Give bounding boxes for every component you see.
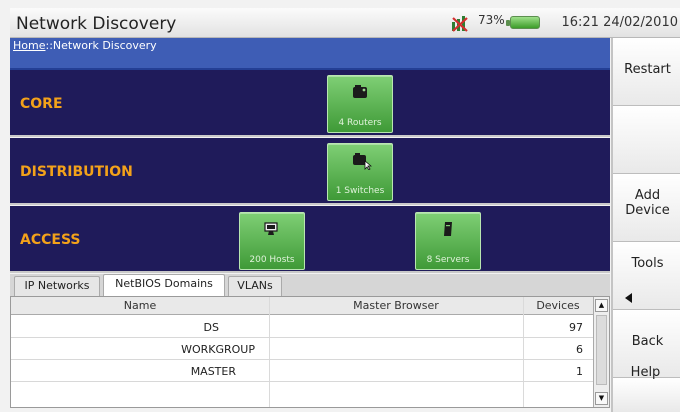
row-devices: 6 <box>576 343 583 356</box>
restart-label: Restart <box>624 62 671 77</box>
submenu-arrow-icon <box>625 293 632 303</box>
router-icon <box>352 84 370 104</box>
table-row[interactable]: WORKGROUP 6 <box>11 338 593 360</box>
tier-label-access: ACCESS <box>20 232 81 248</box>
tab-netbios-domains[interactable]: NetBIOS Domains <box>103 274 225 296</box>
table-scrollbar[interactable]: ▲ ▼ <box>593 297 609 407</box>
tools-label: Tools <box>631 256 664 271</box>
tier-label-distribution: DISTRIBUTION <box>20 164 133 180</box>
tier-access: ACCESS 200 Hosts 8 Servers <box>10 206 610 273</box>
scrollbar-thumb[interactable] <box>596 315 607 385</box>
help-label: Help <box>630 365 661 380</box>
network-status-icon <box>450 15 470 33</box>
breadcrumb-separator: :: <box>45 39 53 52</box>
app-title: Network Discovery <box>16 14 177 34</box>
clock: 16:21 24/02/2010 <box>561 15 678 30</box>
tier-label-core: CORE <box>20 96 63 112</box>
row-devices: 97 <box>569 321 583 334</box>
tab-ip-networks[interactable]: IP Networks <box>14 276 100 296</box>
table-row[interactable]: MASTER 1 <box>11 360 593 382</box>
row-devices: 1 <box>576 365 583 378</box>
blank-softkey[interactable] <box>613 106 680 174</box>
tab-bar: IP Networks NetBIOS Domains VLANs <box>10 274 610 296</box>
battery-icon <box>506 16 540 29</box>
routers-button[interactable]: 4 Routers <box>327 75 393 133</box>
breadcrumb: Home::Network Discovery <box>10 38 610 70</box>
switches-button[interactable]: 1 Switches <box>327 143 393 201</box>
servers-count: 8 Servers <box>426 255 470 265</box>
hosts-button[interactable]: 200 Hosts <box>239 212 305 270</box>
title-bar: Network Discovery 73% 16:21 24/02/2010 <box>10 8 680 38</box>
tier-distribution: DISTRIBUTION 1 Switches <box>10 138 610 205</box>
column-header-name: Name <box>123 299 157 312</box>
tools-button[interactable]: Tools <box>613 242 680 310</box>
tab-vlans[interactable]: VLANs <box>228 276 282 296</box>
battery-percent: 73% <box>478 13 505 27</box>
add-device-button[interactable]: Add Device <box>613 174 680 242</box>
breadcrumb-current: Network Discovery <box>52 39 157 52</box>
routers-count: 4 Routers <box>338 118 382 128</box>
add-device-label: Add Device <box>625 188 670 218</box>
restart-button[interactable]: Restart <box>613 38 680 106</box>
table-header: Name Master Browser Devices <box>11 297 593 315</box>
breadcrumb-home-link[interactable]: Home <box>13 39 45 52</box>
scroll-down-icon[interactable]: ▼ <box>595 392 608 405</box>
servers-button[interactable]: 8 Servers <box>415 212 481 270</box>
netbios-domains-table: Name Master Browser Devices DS 97 WORKGR… <box>10 296 610 408</box>
row-name: WORKGROUP <box>181 343 255 356</box>
switch-icon <box>352 152 373 174</box>
scroll-up-icon[interactable]: ▲ <box>595 299 608 312</box>
table-row[interactable]: DS 97 <box>11 316 593 338</box>
hosts-count: 200 Hosts <box>249 255 295 265</box>
host-icon <box>264 221 282 241</box>
switches-count: 1 Switches <box>335 186 385 196</box>
tier-core: CORE 4 Routers <box>10 70 610 137</box>
column-header-master-browser: Master Browser <box>353 299 439 312</box>
network-hierarchy: CORE 4 Routers DISTRIBUTION 1 Switches A… <box>10 70 610 273</box>
row-name: DS <box>203 321 219 334</box>
softkey-panel: Restart Add Device Tools Back <box>611 38 680 412</box>
table-row[interactable] <box>11 382 593 404</box>
column-header-devices: Devices <box>536 299 580 312</box>
back-label: Back <box>631 334 664 349</box>
row-name: MASTER <box>190 365 236 378</box>
app-window: Network Discovery 73% 16:21 24/02/2010 H… <box>0 0 680 412</box>
server-icon <box>440 221 458 241</box>
